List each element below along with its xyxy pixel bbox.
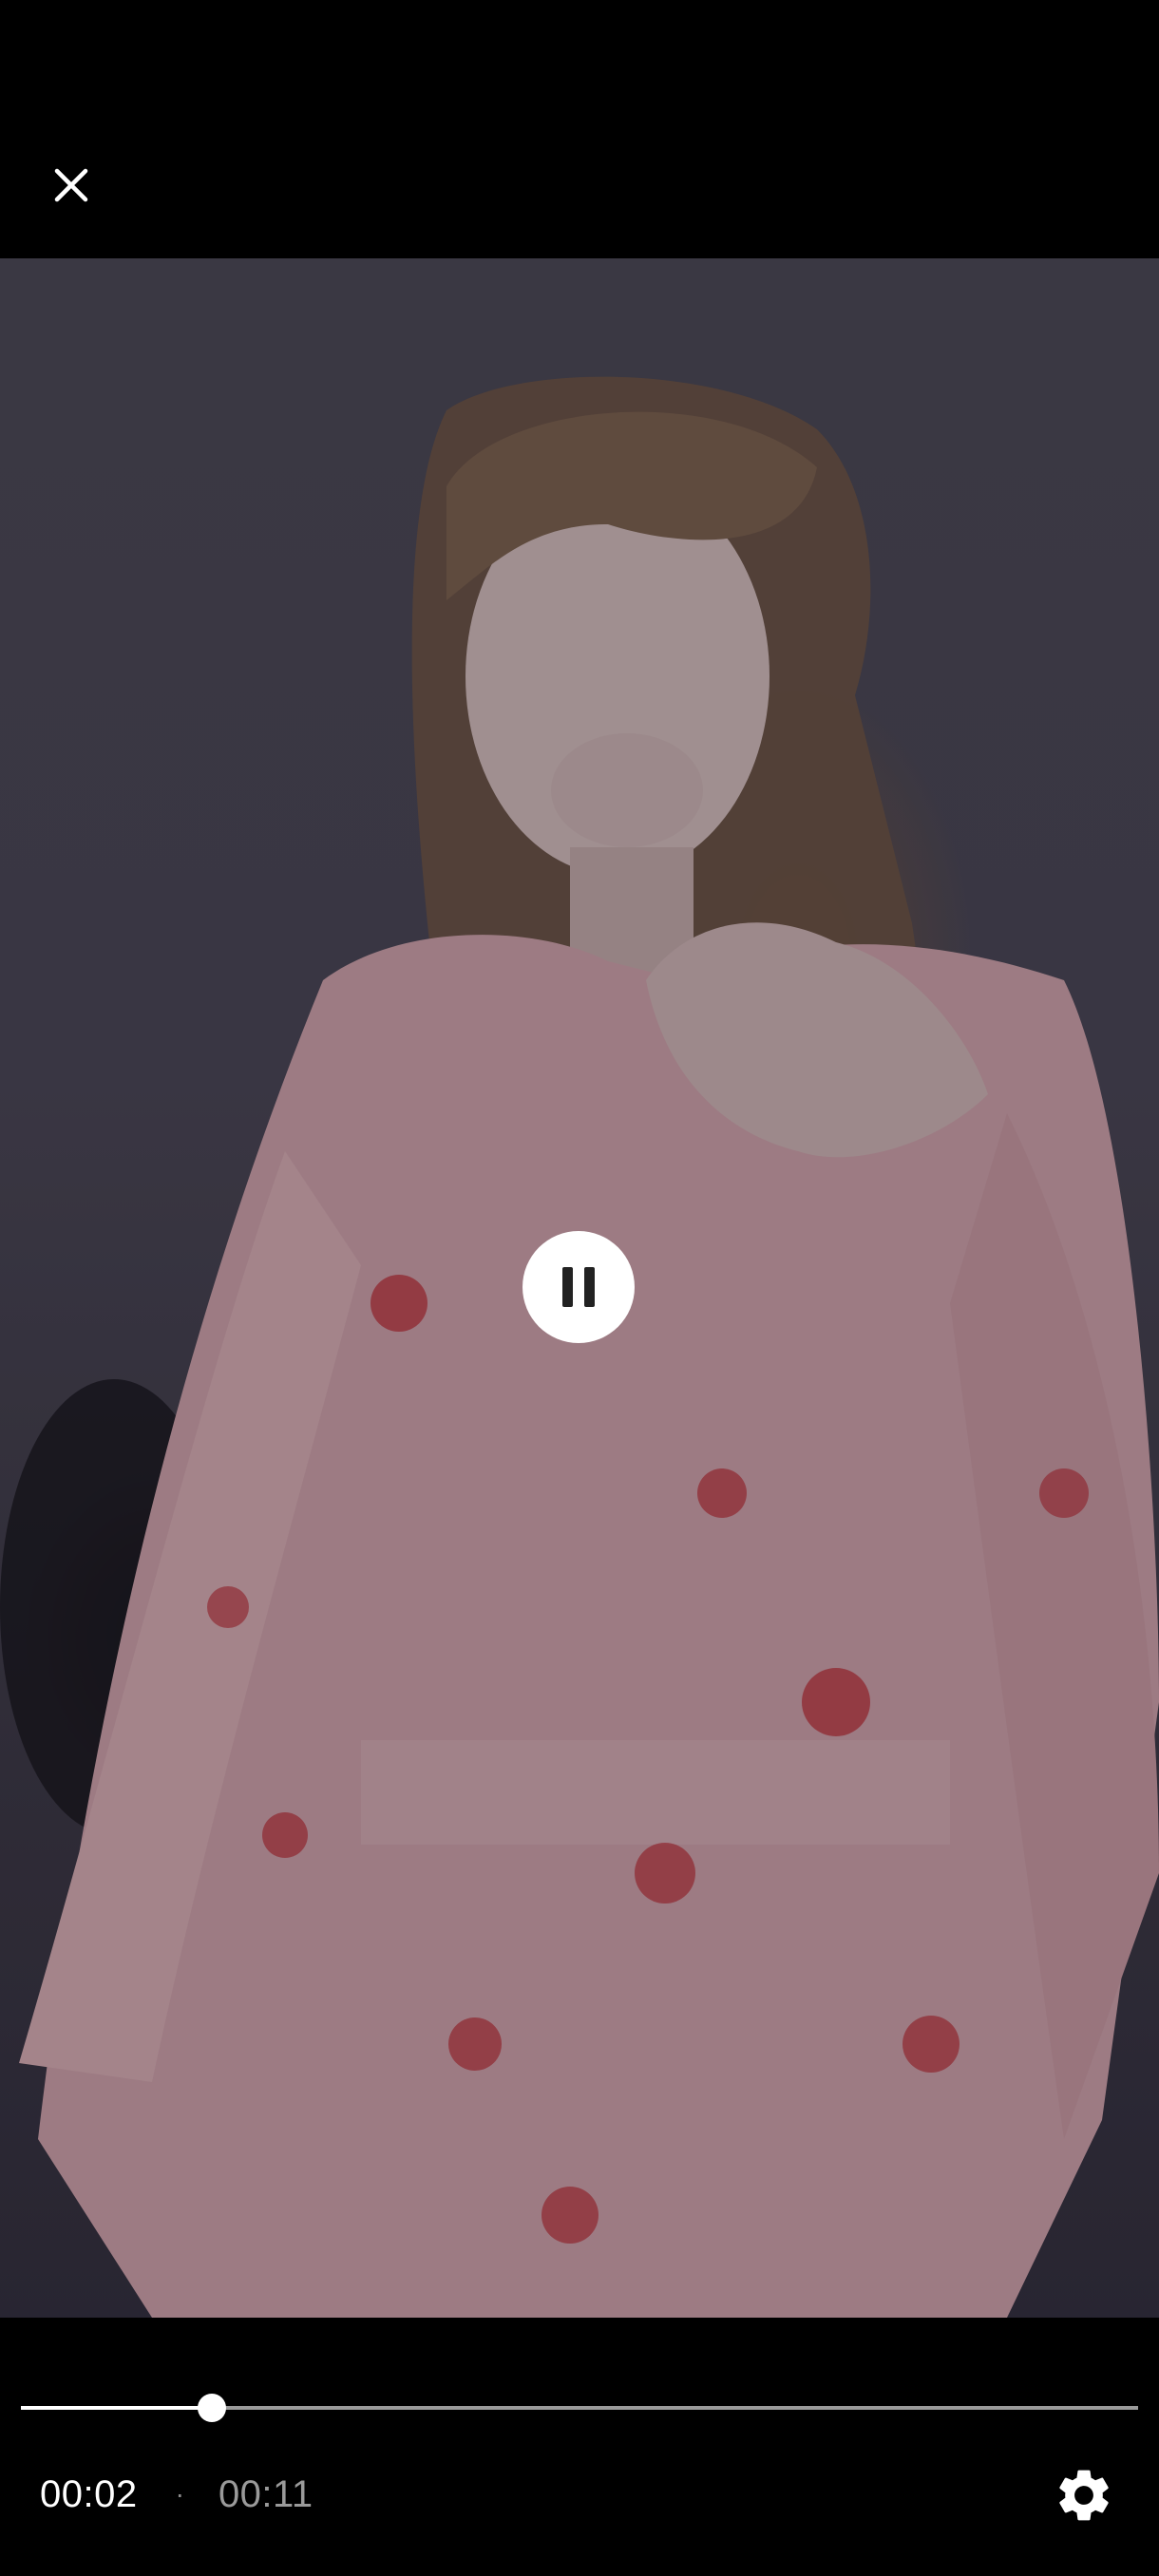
pause-icon — [562, 1267, 595, 1307]
pause-button[interactable] — [522, 1231, 635, 1343]
progress-bar[interactable] — [21, 2394, 1138, 2422]
time-separator: · — [175, 2479, 184, 2509]
time-display: 00:02 · 00:11 — [40, 2466, 314, 2523]
gear-icon — [1059, 2470, 1109, 2521]
close-button[interactable] — [48, 161, 95, 209]
close-icon — [54, 168, 88, 202]
progress-fill — [21, 2406, 213, 2410]
total-duration: 00:11 — [218, 2472, 314, 2515]
current-time: 00:02 — [40, 2472, 138, 2515]
settings-button[interactable] — [1053, 2464, 1115, 2527]
progress-thumb[interactable] — [198, 2394, 227, 2422]
